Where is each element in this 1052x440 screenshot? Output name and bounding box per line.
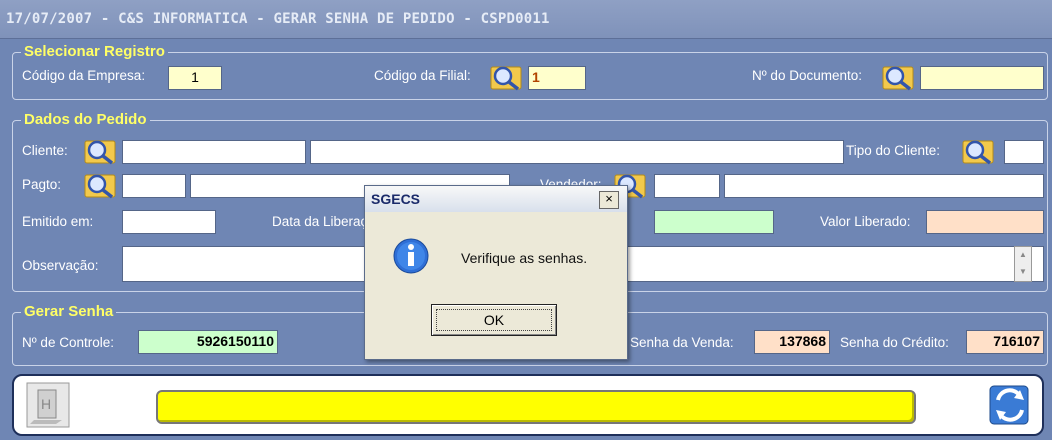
senha-credito-label: Senha do Crédito:	[840, 335, 949, 350]
documento-label: Nº do Documento:	[752, 68, 862, 83]
dialog-title: SGECS	[371, 191, 421, 207]
window-title: 17/07/2007 - C&S INFORMATICA - GERAR SEN…	[6, 11, 550, 27]
data-liberacao-field[interactable]	[654, 210, 774, 234]
valor-liberado-field[interactable]	[926, 210, 1044, 234]
observacao-label: Observação:	[22, 258, 99, 273]
main-window: 17/07/2007 - C&S INFORMATICA - GERAR SEN…	[0, 0, 1052, 440]
scroll-down-icon[interactable]: ▼	[1015, 264, 1031, 280]
filial-value: 1	[532, 69, 540, 85]
close-icon[interactable]: ×	[599, 191, 619, 209]
ok-button[interactable]: OK	[431, 304, 557, 336]
valor-liberado-label: Valor Liberado:	[820, 214, 911, 229]
message-dialog: SGECS × Verifique as senhas. OK	[364, 185, 628, 360]
lookup-magnifier-icon[interactable]	[490, 63, 522, 91]
vendedor-code-field[interactable]	[654, 174, 720, 198]
empresa-field[interactable]: 1	[168, 66, 222, 90]
pagto-code-field[interactable]	[122, 174, 186, 198]
senha-venda-label: Senha da Venda:	[630, 335, 734, 350]
controle-label: Nº de Controle:	[22, 335, 114, 350]
cliente-name-field[interactable]	[310, 140, 844, 164]
controle-value: 5926150110	[196, 333, 274, 349]
lookup-magnifier-icon[interactable]	[962, 137, 994, 165]
senha-credito-field[interactable]: 716107	[966, 330, 1044, 354]
exit-door-icon[interactable]: H	[26, 382, 70, 428]
dialog-message: Verifique as senhas.	[461, 250, 588, 266]
emitido-field[interactable]	[122, 210, 216, 234]
documento-field[interactable]	[920, 66, 1044, 90]
lookup-magnifier-icon[interactable]	[84, 137, 116, 165]
cliente-code-field[interactable]	[122, 140, 306, 164]
generate-refresh-icon[interactable]	[988, 382, 1032, 428]
controle-field[interactable]: 5926150110	[138, 330, 278, 354]
senha-venda-field[interactable]: 137868	[754, 330, 830, 354]
cliente-label: Cliente:	[22, 143, 68, 158]
senha-venda-value: 137868	[779, 333, 826, 349]
emitido-label: Emitido em:	[22, 214, 94, 229]
empresa-label: Código da Empresa:	[22, 68, 146, 83]
senha-credito-value: 716107	[993, 333, 1040, 349]
filial-field[interactable]: 1	[528, 66, 586, 90]
lookup-magnifier-icon[interactable]	[882, 63, 914, 91]
observacao-scrollbar[interactable]: ▲ ▼	[1014, 246, 1032, 282]
title-bar: 17/07/2007 - C&S INFORMATICA - GERAR SEN…	[0, 0, 1052, 39]
tipo-cliente-field[interactable]	[1004, 140, 1044, 164]
svg-text:H: H	[41, 396, 51, 412]
gerar-senha-legend: Gerar Senha	[21, 303, 117, 321]
filial-label: Código da Filial:	[374, 68, 471, 83]
status-bar	[156, 390, 916, 424]
bottom-toolbar: H	[12, 374, 1044, 436]
dados-pedido-legend: Dados do Pedido	[21, 111, 150, 129]
dialog-title-bar: SGECS ×	[365, 186, 627, 212]
tipo-cliente-label: Tipo do Cliente:	[846, 143, 941, 158]
info-icon	[391, 236, 431, 276]
selecionar-registro-legend: Selecionar Registro	[21, 43, 168, 61]
lookup-magnifier-icon[interactable]	[84, 171, 116, 199]
scroll-up-icon[interactable]: ▲	[1015, 247, 1031, 263]
empresa-value: 1	[191, 69, 199, 85]
pagto-label: Pagto:	[22, 177, 62, 192]
vendedor-name-field[interactable]	[724, 174, 1044, 198]
